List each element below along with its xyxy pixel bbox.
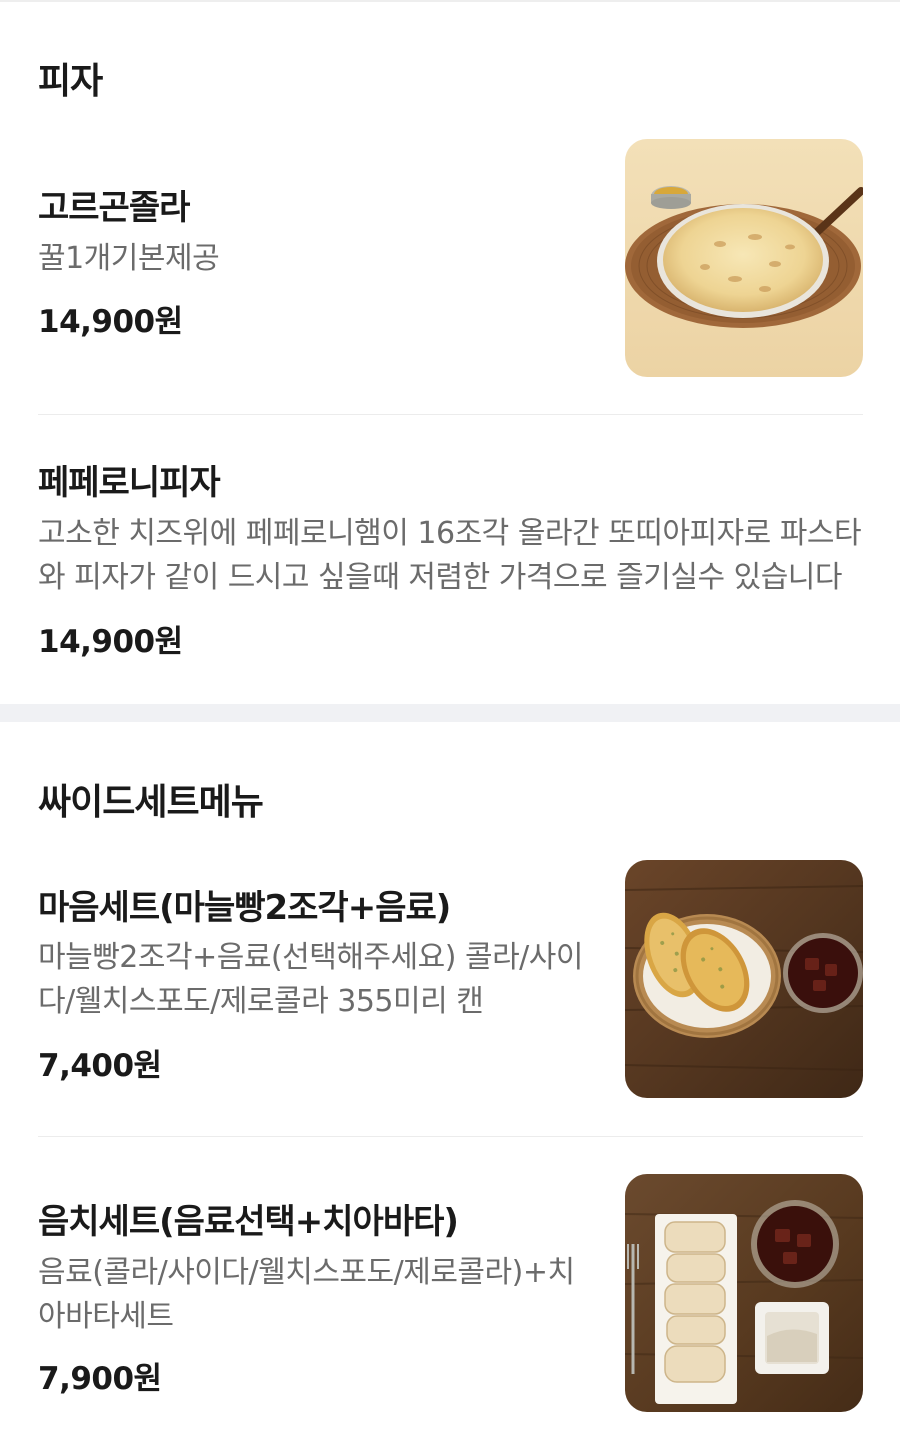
item-price: 14,900원	[38, 624, 183, 660]
item-divider	[38, 414, 863, 415]
item-name: 마음세트(마늘빵2조각+음료)	[38, 888, 451, 928]
item-description: 음료(콜라/사이다/웰치스포도/제로콜라)+치아바타세트	[38, 1255, 575, 1334]
top-border	[0, 0, 900, 2]
item-description: 고소한 치즈위에 페페로니햄이 16조각 올라간 또띠아피자로 파스타와 피자가…	[38, 516, 862, 595]
item-price: 14,900원	[38, 304, 183, 340]
gorgonzola-pizza-photo[interactable]	[625, 139, 863, 377]
section-title: 피자	[38, 61, 103, 102]
section-separator	[0, 704, 900, 722]
item-price: 7,400원	[38, 1048, 162, 1084]
item-divider	[38, 1136, 863, 1137]
item-price: 7,900원	[38, 1361, 162, 1397]
item-name: 고르곤졸라	[38, 188, 190, 228]
item-description: 꿀1개기본제공	[38, 241, 220, 276]
garlic-bread-set-photo[interactable]	[625, 860, 863, 1098]
item-name: 페페로니피자	[38, 463, 221, 503]
section-title: 싸이드세트메뉴	[38, 782, 264, 823]
item-name: 음치세트(음료선택+치아바타)	[38, 1202, 459, 1242]
ciabatta-set-photo[interactable]	[625, 1174, 863, 1412]
item-description: 마늘빵2조각+음료(선택해주세요) 콜라/사이다/웰치스포도/제로콜라 355미…	[38, 940, 583, 1019]
